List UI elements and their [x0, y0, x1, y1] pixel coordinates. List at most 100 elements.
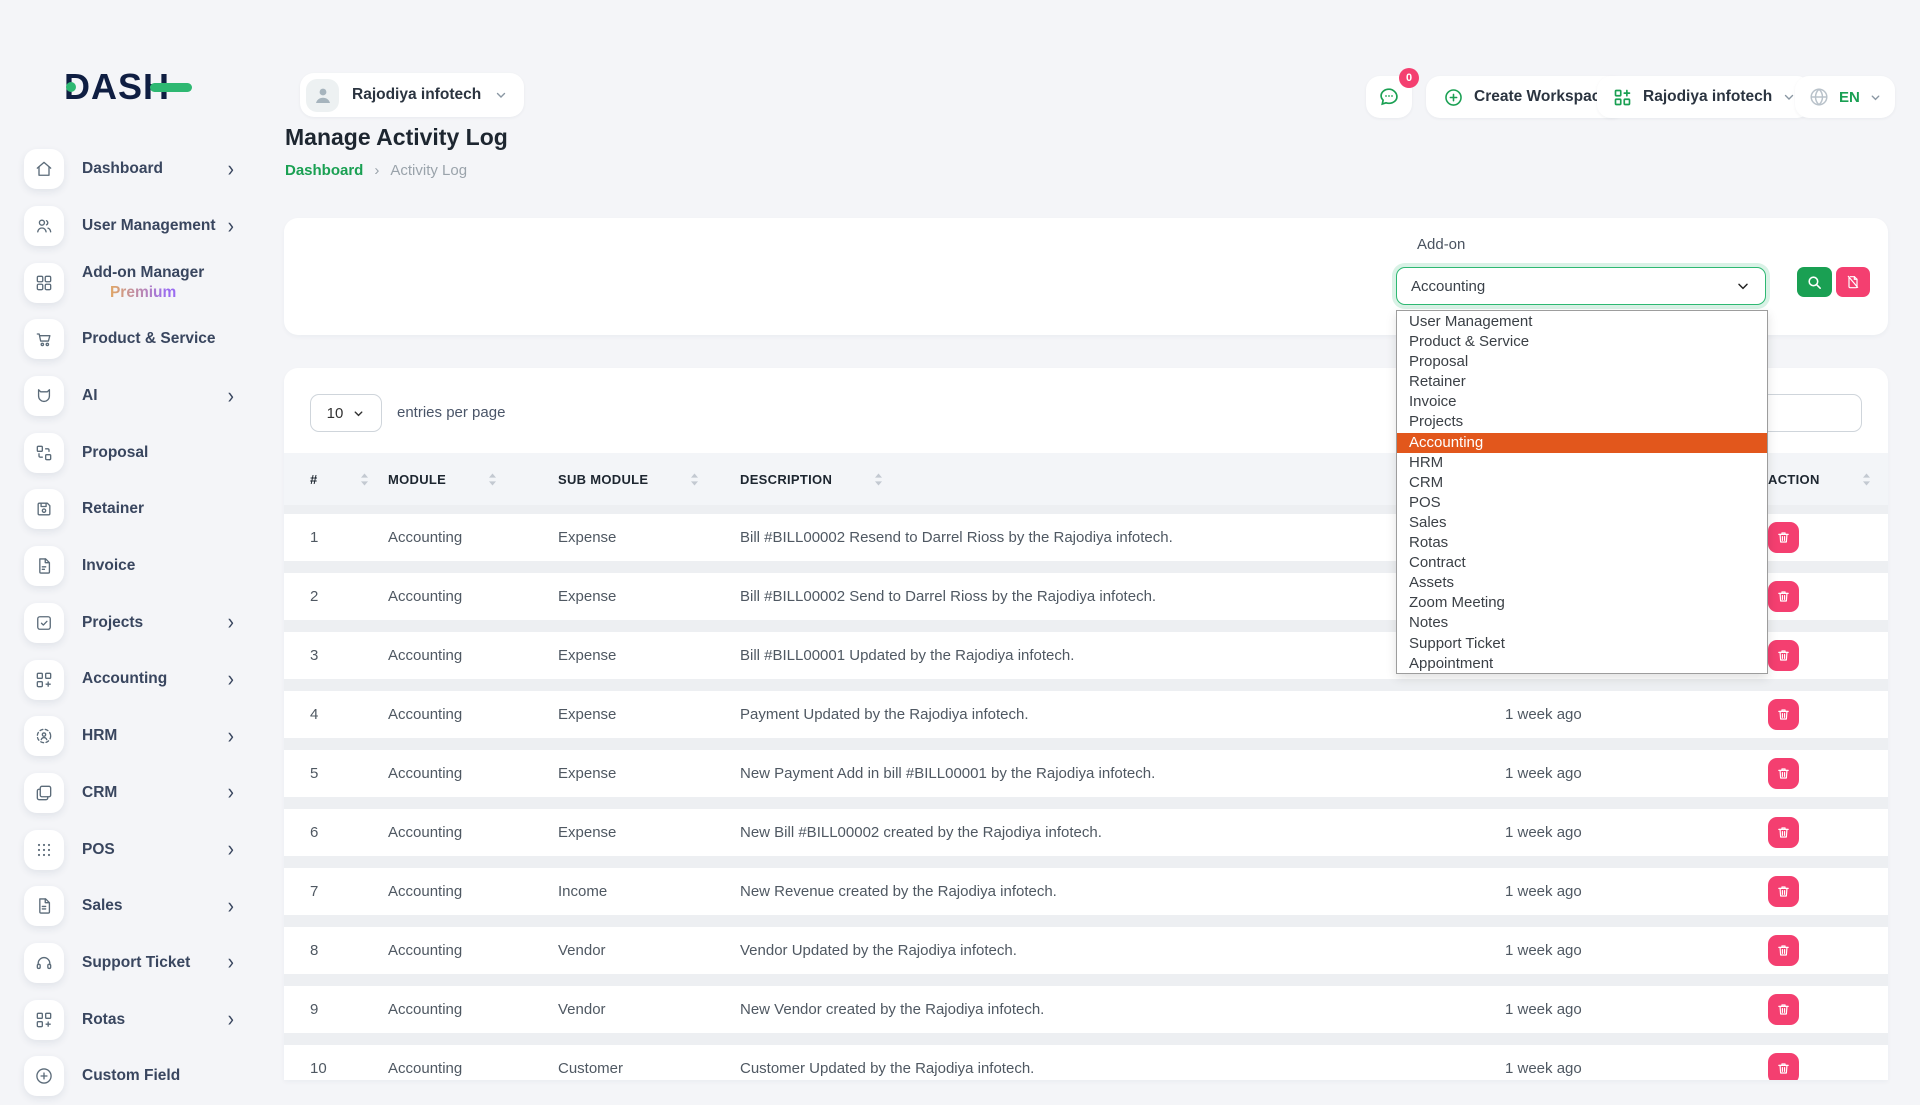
cell-module: Accounting [388, 588, 558, 605]
search-button[interactable] [1797, 267, 1832, 297]
sidebar-item-add-on-manager[interactable]: Add-on ManagerPremium › [0, 254, 258, 311]
dropdown-option-zoom-meeting[interactable]: Zoom Meeting [1397, 593, 1767, 613]
dropdown-option-notes[interactable]: Notes [1397, 613, 1767, 633]
dropdown-option-rotas[interactable]: Rotas [1397, 533, 1767, 553]
language-code: EN [1839, 89, 1860, 106]
sort-icon [874, 472, 883, 487]
sidebar-item-user-management[interactable]: User Management › [0, 198, 258, 255]
sidebar-item-invoice[interactable]: Invoice › [0, 538, 258, 595]
sidebar-item-proposal[interactable]: Proposal › [0, 424, 258, 481]
dropdown-option-projects[interactable]: Projects [1397, 412, 1767, 432]
sidebar-item-ai[interactable]: AI › [0, 368, 258, 425]
sidebar-item-label: Add-on ManagerPremium [82, 263, 204, 303]
table-row: 7 Accounting Income New Revenue created … [284, 868, 1888, 915]
cell-index: 4 [310, 706, 388, 723]
entries-per-page-select[interactable]: 10 [310, 394, 382, 432]
chevron-right-icon: › [228, 158, 234, 180]
sidebar-item-dashboard[interactable]: Dashboard › [0, 141, 258, 198]
dropdown-option-proposal[interactable]: Proposal [1397, 352, 1767, 372]
cell-description: Vendor Updated by the Rajodiya infotech. [740, 942, 1505, 959]
sidebar-item-label: Retainer [82, 499, 144, 519]
sort-icon [690, 472, 699, 487]
invoice-icon [24, 546, 64, 586]
delete-button[interactable] [1768, 581, 1799, 612]
delete-button[interactable] [1768, 640, 1799, 671]
company-selector[interactable]: Rajodiya infotech [1597, 76, 1811, 118]
brand-logo[interactable]: DASH [64, 66, 192, 115]
cell-module: Accounting [388, 1060, 558, 1077]
dropdown-option-user-management[interactable]: User Management [1397, 312, 1767, 332]
column-header-sub-module[interactable]: SUB MODULE [558, 472, 740, 487]
sidebar-item-custom-field[interactable]: Custom Field › [0, 1048, 258, 1105]
chevron-right-icon: › [228, 895, 234, 917]
sort-icon [1862, 472, 1871, 487]
entries-per-page-value: 10 [327, 405, 344, 422]
column-header-index[interactable]: # [310, 472, 388, 487]
sidebar-item-label: Product & Service [82, 329, 216, 349]
workspace-selector[interactable]: Rajodiya infotech [300, 73, 524, 117]
create-workspace-button[interactable]: Create Workspace [1426, 76, 1626, 118]
dropdown-option-assets[interactable]: Assets [1397, 573, 1767, 593]
dropdown-option-accounting[interactable]: Accounting [1397, 433, 1767, 453]
sidebar-item-projects[interactable]: Projects › [0, 595, 258, 652]
dropdown-option-support-ticket[interactable]: Support Ticket [1397, 634, 1767, 654]
globe-icon [1808, 86, 1830, 108]
dropdown-option-retainer[interactable]: Retainer [1397, 372, 1767, 392]
dropdown-option-pos[interactable]: POS [1397, 493, 1767, 513]
sidebar-item-label: Dashboard [82, 159, 163, 179]
sidebar-item-label: AI [82, 386, 98, 406]
sidebar-item-label: Invoice [82, 556, 135, 576]
dropdown-option-crm[interactable]: CRM [1397, 473, 1767, 493]
delete-button[interactable] [1768, 522, 1799, 553]
breadcrumb-dashboard-link[interactable]: Dashboard [285, 162, 363, 179]
sidebar-item-pos[interactable]: POS › [0, 821, 258, 878]
dropdown-option-invoice[interactable]: Invoice [1397, 392, 1767, 412]
sidebar-item-accounting[interactable]: Accounting › [0, 651, 258, 708]
dropdown-option-hrm[interactable]: HRM [1397, 453, 1767, 473]
delete-button[interactable] [1768, 699, 1799, 730]
delete-button[interactable] [1768, 876, 1799, 907]
cell-module: Accounting [388, 529, 558, 546]
sidebar-item-retainer[interactable]: Retainer › [0, 481, 258, 538]
messenger-button[interactable]: 0 [1366, 76, 1412, 118]
delete-button[interactable] [1768, 817, 1799, 848]
dropdown-option-product-service[interactable]: Product & Service [1397, 332, 1767, 352]
cell-sub-module: Expense [558, 647, 740, 664]
sidebar-item-product-service[interactable]: Product & Service › [0, 311, 258, 368]
sort-icon [360, 472, 369, 487]
delete-button[interactable] [1768, 1053, 1799, 1080]
browser-icon [24, 773, 64, 813]
delete-button[interactable] [1768, 758, 1799, 789]
dropdown-option-contract[interactable]: Contract [1397, 553, 1767, 573]
table-row: 8 Accounting Vendor Vendor Updated by th… [284, 927, 1888, 974]
cell-description: New Bill #BILL00002 created by the Rajod… [740, 824, 1505, 841]
sidebar-item-hrm[interactable]: HRM › [0, 708, 258, 765]
sidebar-item-label: Sales [82, 896, 123, 916]
dropdown-option-sales[interactable]: Sales [1397, 513, 1767, 533]
cell-index: 9 [310, 1001, 388, 1018]
addon-filter-select[interactable]: Accounting [1396, 267, 1766, 305]
delete-button[interactable] [1768, 994, 1799, 1025]
cell-sub-module: Expense [558, 588, 740, 605]
column-header-action[interactable]: ACTION [1768, 472, 1888, 487]
column-header-module[interactable]: MODULE [388, 472, 558, 487]
sidebar-item-support-ticket[interactable]: Support Ticket › [0, 935, 258, 992]
sidebar-item-sales[interactable]: Sales › [0, 878, 258, 935]
cell-date: 1 week ago [1505, 824, 1768, 841]
dropdown-option-appointment[interactable]: Appointment [1397, 654, 1767, 674]
sidebar-nav: Dashboard › User Management › Add-on Man… [0, 141, 258, 1105]
column-header-description[interactable]: DESCRIPTION [740, 472, 1505, 487]
file-off-icon [1845, 274, 1861, 290]
sidebar-item-rotas[interactable]: Rotas › [0, 991, 258, 1048]
sidebar-item-crm[interactable]: CRM › [0, 765, 258, 822]
cart-icon [24, 319, 64, 359]
cell-date: 1 week ago [1505, 706, 1768, 723]
grid-plus-icon [24, 660, 64, 700]
cell-date: 1 week ago [1505, 765, 1768, 782]
delete-button[interactable] [1768, 935, 1799, 966]
reset-filter-button[interactable] [1836, 267, 1870, 297]
language-selector[interactable]: EN [1795, 76, 1895, 118]
cell-date: 1 week ago [1505, 883, 1768, 900]
trash-icon [1776, 943, 1791, 958]
sidebar-item-label: Rotas [82, 1010, 125, 1030]
